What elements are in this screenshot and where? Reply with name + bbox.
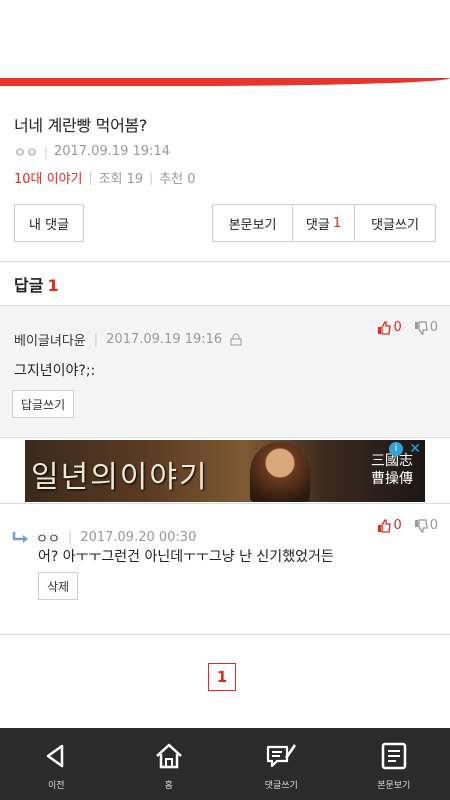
- nav-label: 본문보기: [377, 781, 411, 791]
- thumbs-up-icon: [378, 518, 392, 533]
- nav-label: 홈: [164, 781, 173, 791]
- ad-logo-line2: 曹操傳: [371, 471, 413, 487]
- separator: |: [88, 170, 93, 185]
- pagination-current-page[interactable]: 1: [208, 663, 236, 691]
- bottom-nav: 이전 홈 댓글쓰기 본문보기: [0, 728, 450, 800]
- lock-icon: [230, 333, 242, 346]
- my-comments-button[interactable]: 내 댓글: [14, 204, 84, 242]
- post-header: 너네 계란빵 먹어봄? ㅇㅇ | 2017.09.19 19:14 10대 이야…: [14, 112, 436, 187]
- ad-character-image: [250, 442, 310, 502]
- upvote-count: 0: [393, 518, 402, 533]
- upvote-count: 0: [393, 320, 402, 335]
- comment-meta: 베이글녀다윤 | 2017.09.19 19:16: [14, 330, 242, 349]
- post-views: 조회 19: [98, 172, 144, 187]
- comment-votes: 0 0: [365, 320, 438, 335]
- comment-item: ㅇㅇ | 2017.09.20 00:30 0 0 어? 아ㅜㅜ그런건 아닌데ㅜ…: [0, 504, 450, 632]
- back-triangle-icon: [47, 744, 64, 768]
- comment-body: 그지년이야?;:: [14, 363, 96, 379]
- thumbs-up-icon: [378, 320, 392, 335]
- comments-button[interactable]: 댓글 1: [293, 205, 355, 241]
- post-action-bar: 내 댓글 본문보기 댓글 1 댓글쓰기: [14, 204, 436, 242]
- ad-close-icon[interactable]: ✕: [409, 441, 421, 457]
- separator: |: [93, 332, 99, 347]
- comment-body: 어? 아ㅜㅜ그런건 아닌데ㅜㅜ그냥 난 신기했었거든: [38, 549, 334, 565]
- ad-info-icon[interactable]: i: [389, 442, 403, 456]
- nav-view-post[interactable]: 본문보기: [338, 728, 450, 800]
- downvote-count: 0: [429, 320, 438, 335]
- nav-write-comment[interactable]: 댓글쓰기: [225, 728, 338, 800]
- nav-label: 댓글쓰기: [264, 781, 298, 791]
- divider: [0, 261, 450, 262]
- nav-home[interactable]: 홈: [113, 728, 226, 800]
- replies-heading: 답글 1: [14, 272, 59, 296]
- post-category-link[interactable]: 10대 이야기: [14, 168, 83, 187]
- home-icon: [155, 743, 182, 769]
- comment-datetime: 2017.09.20 00:30: [80, 530, 197, 545]
- post-author: ㅇㅇ: [14, 146, 38, 161]
- downvote-count: 0: [429, 518, 438, 533]
- separator: |: [43, 144, 48, 159]
- comment-item: 베이글녀다윤 | 2017.09.19 19:16 0 0 그지년이야?;: 답…: [0, 306, 450, 436]
- ad-title: 일년의이야기: [31, 460, 209, 495]
- separator: |: [67, 530, 73, 545]
- comment-author: ㅇㅇ: [36, 532, 60, 547]
- ad-banner[interactable]: 일년의이야기 三國志 曹操傳 i ✕: [25, 440, 425, 502]
- post-title: 너네 계란빵 먹어봄?: [14, 116, 148, 135]
- nav-back[interactable]: 이전: [0, 728, 113, 800]
- comments-button-label: 댓글: [305, 217, 330, 233]
- comment-votes: 0 0: [365, 518, 438, 533]
- reply-arrow-icon: [12, 531, 28, 543]
- downvote-button[interactable]: 0: [414, 320, 438, 335]
- post-datetime: 2017.09.19 19:14: [53, 144, 170, 159]
- thumbs-down-icon: [414, 518, 428, 533]
- comment-write-icon: [267, 744, 297, 768]
- post-meta-author: ㅇㅇ | 2017.09.19 19:14: [14, 142, 436, 161]
- post-recommend: 추천 0: [159, 172, 196, 187]
- downvote-button[interactable]: 0: [414, 518, 438, 533]
- document-icon: [381, 742, 406, 770]
- write-comment-button[interactable]: 댓글쓰기: [355, 205, 435, 241]
- ad-logo: 三國志 曹操傳: [371, 452, 413, 488]
- comment-author: 베이글녀다윤: [14, 334, 86, 349]
- delete-button[interactable]: 삭제: [38, 572, 79, 600]
- divider: [0, 634, 450, 635]
- reply-write-button[interactable]: 답글쓰기: [12, 390, 75, 418]
- divider: [0, 437, 450, 438]
- thumbs-down-icon: [414, 320, 428, 335]
- separator: |: [149, 170, 154, 185]
- post-button-group: 본문보기 댓글 1 댓글쓰기: [212, 204, 436, 242]
- replies-count: 1: [47, 276, 59, 295]
- replies-heading-label: 답글: [14, 276, 44, 295]
- comment-datetime: 2017.09.19 19:16: [106, 332, 223, 347]
- nav-label: 이전: [47, 781, 65, 791]
- comment-meta: ㅇㅇ | 2017.09.20 00:30: [12, 528, 196, 547]
- upvote-button[interactable]: 0: [377, 518, 402, 533]
- comments-count: 1: [332, 215, 342, 231]
- upvote-button[interactable]: 0: [377, 320, 402, 335]
- post-meta-stats: 10대 이야기 | 조회 19 | 추천 0: [14, 168, 436, 188]
- header-red-rule: [0, 78, 450, 86]
- view-post-button[interactable]: 본문보기: [213, 205, 293, 241]
